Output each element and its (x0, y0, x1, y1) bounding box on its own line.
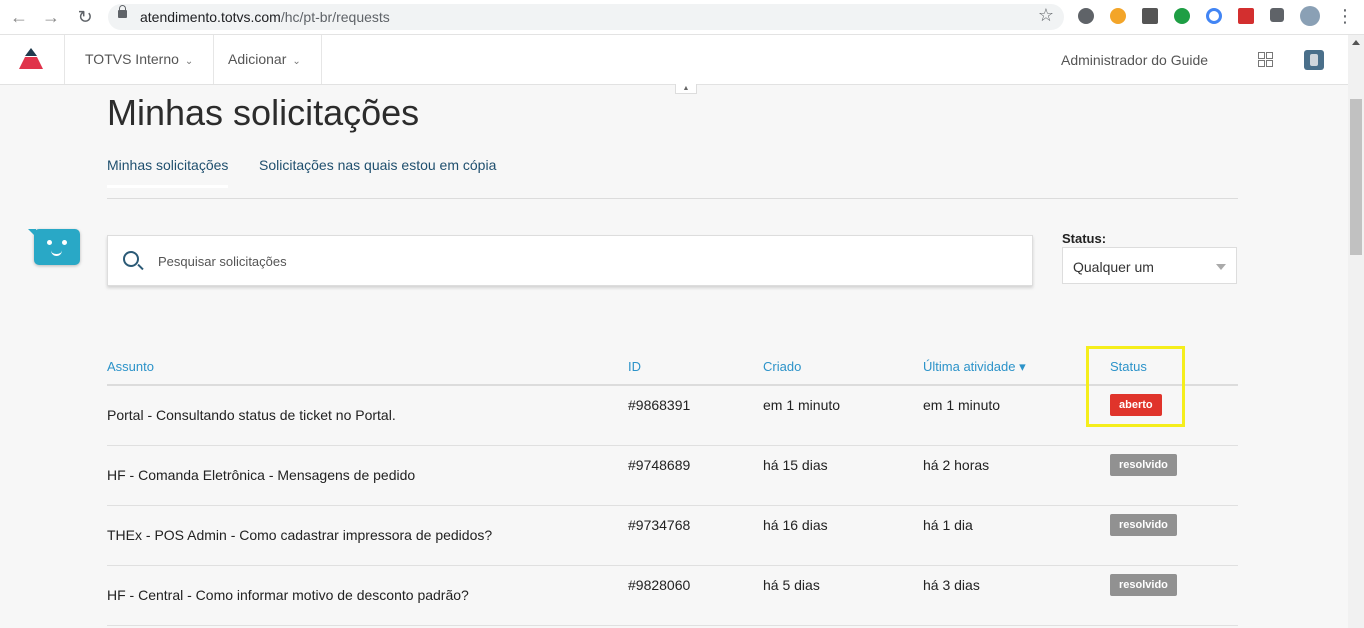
extension-icon[interactable] (1238, 8, 1254, 24)
status-badge: resolvido (1110, 454, 1177, 476)
url-text[interactable]: atendimento.totvs.com/hc/pt-br/requests (140, 9, 390, 25)
divider (107, 198, 1238, 199)
row-divider (107, 505, 1238, 506)
table-header-divider (107, 384, 1238, 386)
profile-avatar[interactable] (1300, 6, 1320, 26)
row-divider (107, 445, 1238, 446)
request-id: #9868391 (628, 397, 691, 413)
lock-icon (118, 5, 127, 18)
request-last-activity: em 1 minuto (923, 397, 1001, 413)
column-header-subject[interactable]: Assunto (107, 359, 154, 374)
status-filter-select[interactable]: Qualquer um (1062, 247, 1237, 284)
page-title: Minhas solicitações (107, 92, 420, 133)
page-scrollbar[interactable] (1348, 35, 1364, 628)
status-filter-value: Qualquer um (1073, 259, 1154, 275)
status-highlight-box (1086, 346, 1185, 427)
user-name-link[interactable]: Administrador do Guide (1061, 52, 1208, 68)
back-icon[interactable]: ← (8, 6, 30, 28)
puzzle-icon[interactable] (1270, 8, 1284, 22)
scroll-up-icon[interactable] (1352, 40, 1360, 45)
chevron-down-icon: ⌄ (292, 56, 301, 67)
request-created: há 5 dias (763, 577, 820, 593)
request-created: em 1 minuto (763, 397, 841, 413)
extension-icon[interactable] (1078, 8, 1094, 24)
forward-icon[interactable]: → (40, 6, 62, 28)
site-header: TOTVS Interno ⌄ Adicionar ⌄ Administrador … (0, 35, 1348, 85)
menu-adicionar[interactable]: Adicionar ⌄ (208, 35, 322, 84)
search-box (107, 235, 1033, 286)
request-subject-link[interactable]: Portal - Consultando status de ticket no… (107, 407, 396, 423)
chat-bot-icon[interactable] (28, 229, 80, 265)
row-divider (107, 565, 1238, 566)
request-created: há 16 dias (763, 517, 828, 533)
collapse-handle-icon[interactable]: ▲ (675, 84, 697, 94)
tab-my-requests[interactable]: Minhas solicitações (107, 157, 229, 188)
totvs-logo[interactable] (0, 35, 65, 84)
bot-mouth (51, 249, 62, 256)
google-icon[interactable] (1206, 8, 1222, 24)
tab-cc-requests[interactable]: Solicitações nas quais estou em cópia (259, 157, 496, 173)
reload-icon[interactable]: ↻ (74, 6, 96, 28)
request-subject-link[interactable]: HF - Comanda Eletrônica - Mensagens de p… (107, 467, 415, 483)
row-divider (107, 625, 1238, 626)
bookmark-star-icon[interactable]: ☆ (1038, 5, 1054, 26)
search-icon (123, 251, 139, 267)
chevron-down-icon: ⌄ (184, 56, 194, 67)
request-last-activity: há 3 dias (923, 577, 980, 593)
status-badge: resolvido (1110, 514, 1177, 536)
column-header-id[interactable]: ID (628, 359, 641, 374)
search-input[interactable] (156, 250, 1020, 272)
bot-eye (47, 240, 52, 245)
apps-grid-icon[interactable] (1258, 52, 1273, 67)
menu-label: Adicionar (228, 51, 287, 67)
status-filter-label: Status: (1062, 231, 1107, 246)
url-path: /hc/pt-br/requests (280, 9, 390, 25)
request-created: há 15 dias (763, 457, 828, 473)
logo-icon (19, 48, 43, 69)
browser-menu-icon[interactable]: ⋮ (1336, 6, 1354, 27)
url-host: atendimento.totvs.com (140, 9, 281, 25)
request-id: #9734768 (628, 517, 691, 533)
extension-icon[interactable] (1110, 8, 1126, 24)
request-last-activity: há 2 horas (923, 457, 990, 473)
column-header-last-activity[interactable]: Última atividade ▾ (923, 359, 1026, 375)
browser-toolbar: ← → ↻ atendimento.totvs.com/hc/pt-br/req… (0, 0, 1364, 35)
status-badge: resolvido (1110, 574, 1177, 596)
extension-icon[interactable] (1174, 8, 1190, 24)
extension-icon[interactable] (1142, 8, 1158, 24)
column-header-created[interactable]: Criado (763, 359, 801, 374)
menu-label: TOTVS Interno (85, 51, 179, 67)
scroll-thumb[interactable] (1350, 99, 1362, 255)
address-bar[interactable]: atendimento.totvs.com/hc/pt-br/requests … (108, 4, 1064, 30)
request-subject-link[interactable]: HF - Central - Como informar motivo de d… (107, 587, 469, 603)
avatar[interactable] (1304, 50, 1324, 70)
request-id: #9748689 (628, 457, 691, 473)
request-subject-link[interactable]: THEx - POS Admin - Como cadastrar impres… (107, 527, 492, 543)
bot-eye (62, 240, 67, 245)
chevron-down-icon (1216, 264, 1226, 270)
request-last-activity: há 1 dia (923, 517, 973, 533)
menu-totvs-interno[interactable]: TOTVS Interno ⌄ (65, 35, 215, 84)
request-id: #9828060 (628, 577, 691, 593)
